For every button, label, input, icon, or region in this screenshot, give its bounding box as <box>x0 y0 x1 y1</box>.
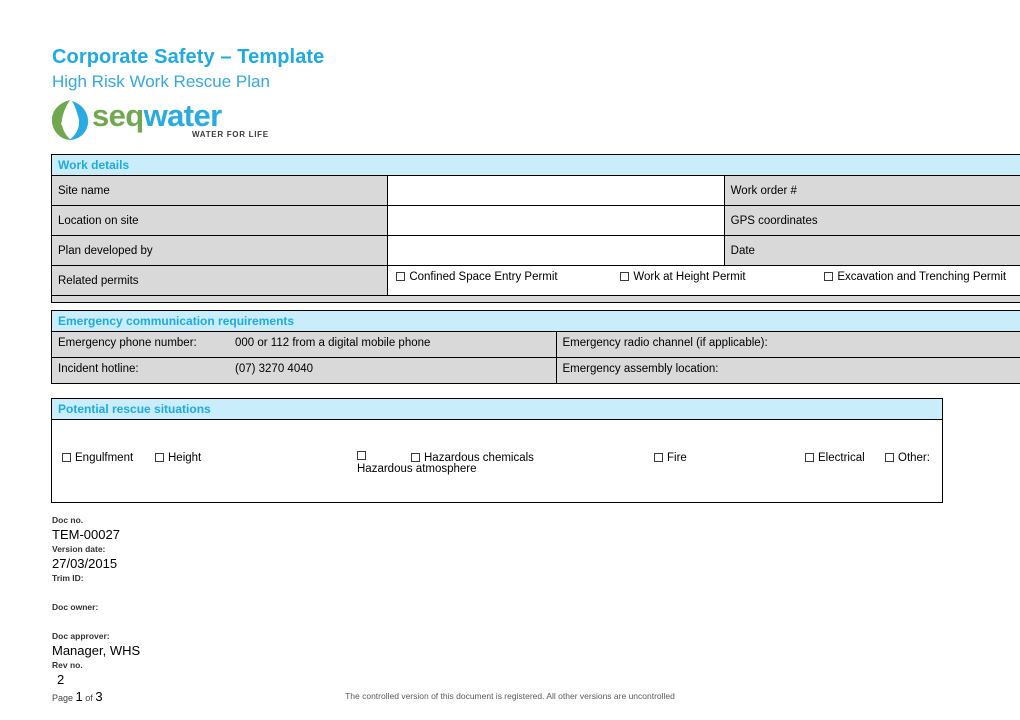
document-footer-metadata: Doc no. TEM-00027 Version date: 27/03/20… <box>52 514 372 706</box>
label-location-on-site: Location on site <box>50 205 389 236</box>
value-trim-id <box>52 584 372 601</box>
input-location-on-site[interactable] <box>387 205 725 236</box>
label-gps-coordinates: GPS coordinates <box>723 205 1020 236</box>
label-date: Date <box>723 235 1020 266</box>
checkbox-label: Height <box>168 452 202 464</box>
checkbox-electrical[interactable]: Electrical <box>805 451 865 465</box>
checkbox-icon[interactable] <box>654 453 663 462</box>
checkbox-confined-space-entry-permit[interactable]: Confined Space Entry Permit <box>396 271 558 283</box>
label-emergency-phone-number: Emergency phone number: <box>58 337 197 349</box>
logo-wordmark: seqwater <box>92 99 222 133</box>
table-row: Location on site GPS coordinates <box>50 205 1020 236</box>
emergency-radio-channel-cell[interactable]: Emergency radio channel (if applicable): <box>555 331 1020 358</box>
value-emergency-phone-number: 000 or 112 from a digital mobile phone <box>235 337 431 349</box>
checkbox-icon[interactable] <box>155 453 164 462</box>
checkbox-label: Confined Space Entry Permit <box>409 271 558 283</box>
page-title: Corporate Safety – Template <box>52 46 325 68</box>
label-doc-approver: Doc approver: <box>52 631 110 641</box>
checkbox-work-at-height-permit[interactable]: Work at Height Permit <box>620 271 746 283</box>
checkbox-engulfment[interactable]: Engulfment <box>62 451 133 465</box>
footer-disclaimer: The controlled version of this document … <box>345 691 675 701</box>
label-version-date: Version date: <box>52 544 106 554</box>
label-plan-developed-by: Plan developed by <box>50 235 389 266</box>
checkbox-other[interactable]: Other: <box>885 451 930 465</box>
checkbox-label: Electrical <box>818 452 865 464</box>
logo-tagline: WATER FOR LIFE <box>192 130 269 139</box>
related-permits-row: Related permits Confined Space Entry Per… <box>50 265 1020 296</box>
spacer-cell <box>51 295 1020 303</box>
checkbox-icon[interactable] <box>357 451 366 460</box>
section-heading-emergency-communication: Emergency communication requirements <box>51 310 1020 332</box>
label-incident-hotline: Incident hotline: <box>58 363 139 375</box>
checkbox-label: Engulfment <box>75 452 134 464</box>
checkbox-icon[interactable] <box>411 453 420 462</box>
section-spacer <box>51 295 1020 303</box>
input-plan-developed-by[interactable] <box>387 235 725 266</box>
checkbox-label: Fire <box>667 452 687 464</box>
checkbox-height[interactable]: Height <box>155 451 201 465</box>
value-doc-owner <box>52 613 372 630</box>
value-doc-no: TEM-00027 <box>52 527 120 542</box>
label-rev-no: Rev no. <box>52 660 83 670</box>
emergency-heading-row: Emergency communication requirements <box>51 310 1020 332</box>
checkbox-icon[interactable] <box>62 453 71 462</box>
checkbox-excavation-trenching-permit[interactable]: Excavation and Trenching Permit <box>824 271 1006 283</box>
checkbox-icon[interactable] <box>885 453 894 462</box>
incident-hotline-cell[interactable]: Incident hotline: (07) 3270 4040 <box>51 357 557 384</box>
label-related-permits: Related permits <box>50 265 389 296</box>
label-work-order: Work order # <box>723 175 1020 206</box>
table-row: Incident hotline: (07) 3270 4040 Emergen… <box>51 357 1020 384</box>
section-heading-work-details: Work details <box>51 154 1020 176</box>
checkbox-label: Excavation and Trenching Permit <box>837 271 1007 283</box>
checkbox-icon[interactable] <box>396 272 406 281</box>
label-doc-no: Doc no. <box>52 515 84 525</box>
checkbox-label: Work at Height Permit <box>633 271 746 283</box>
rescue-heading-row: Potential rescue situations <box>51 398 943 420</box>
checkbox-hazardous-chemicals[interactable]: Hazardous chemicals <box>411 451 534 465</box>
label-doc-owner: Doc owner: <box>52 602 99 612</box>
work-details-heading-row: Work details <box>51 154 1020 176</box>
rescue-options-cell: Engulfment Height Hazardous atmosphere H… <box>51 419 943 503</box>
label-emergency-assembly-location: Emergency assembly location: <box>562 363 719 375</box>
checkbox-icon[interactable] <box>620 272 630 281</box>
logo-word-seq: seq <box>92 98 144 133</box>
water-swirl-icon <box>50 99 90 141</box>
label-emergency-radio-channel: Emergency radio channel (if applicable): <box>562 337 768 349</box>
checkbox-icon[interactable] <box>805 453 814 462</box>
page-subtitle: High Risk Work Rescue Plan <box>52 72 270 91</box>
work-details-table: Work details Site name Work order # Loca… <box>50 154 1020 303</box>
table-row: Site name Work order # <box>50 175 1020 206</box>
seqwater-logo: seqwater WATER FOR LIFE <box>50 99 268 143</box>
emergency-phone-number-cell[interactable]: Emergency phone number: 000 or 112 from … <box>51 331 557 358</box>
value-rev-no: 2 <box>57 672 65 687</box>
document-header: Corporate Safety – Template High Risk Wo… <box>52 44 652 93</box>
potential-rescue-situations-table: Potential rescue situations Engulfment H… <box>51 398 943 503</box>
related-permits-options: Confined Space Entry Permit Work at Heig… <box>387 265 1020 296</box>
value-version-date: 27/03/2015 <box>52 556 118 571</box>
checkbox-hazardous-atmosphere[interactable]: Hazardous atmosphere <box>357 451 477 476</box>
label-trim-id: Trim ID: <box>52 573 84 583</box>
input-site-name[interactable] <box>387 175 725 206</box>
table-row: Emergency phone number: 000 or 112 from … <box>51 331 1020 358</box>
emergency-communication-table: Emergency communication requirements Eme… <box>51 310 1020 384</box>
label-site-name: Site name <box>50 175 389 206</box>
logo-word-water: water <box>143 98 223 133</box>
checkbox-label: Hazardous chemicals <box>424 452 534 464</box>
checkbox-fire[interactable]: Fire <box>654 451 687 465</box>
checkbox-icon[interactable] <box>824 272 834 281</box>
checkbox-label: Other: <box>898 452 930 464</box>
table-row: Plan developed by Date <box>50 235 1020 266</box>
value-incident-hotline: (07) 3270 4040 <box>235 363 314 375</box>
rescue-options-row: Engulfment Height Hazardous atmosphere H… <box>51 419 943 503</box>
value-doc-approver: Manager, WHS <box>52 643 141 658</box>
emergency-assembly-location-cell[interactable]: Emergency assembly location: <box>555 357 1020 384</box>
section-heading-potential-rescue-situations: Potential rescue situations <box>51 398 943 420</box>
